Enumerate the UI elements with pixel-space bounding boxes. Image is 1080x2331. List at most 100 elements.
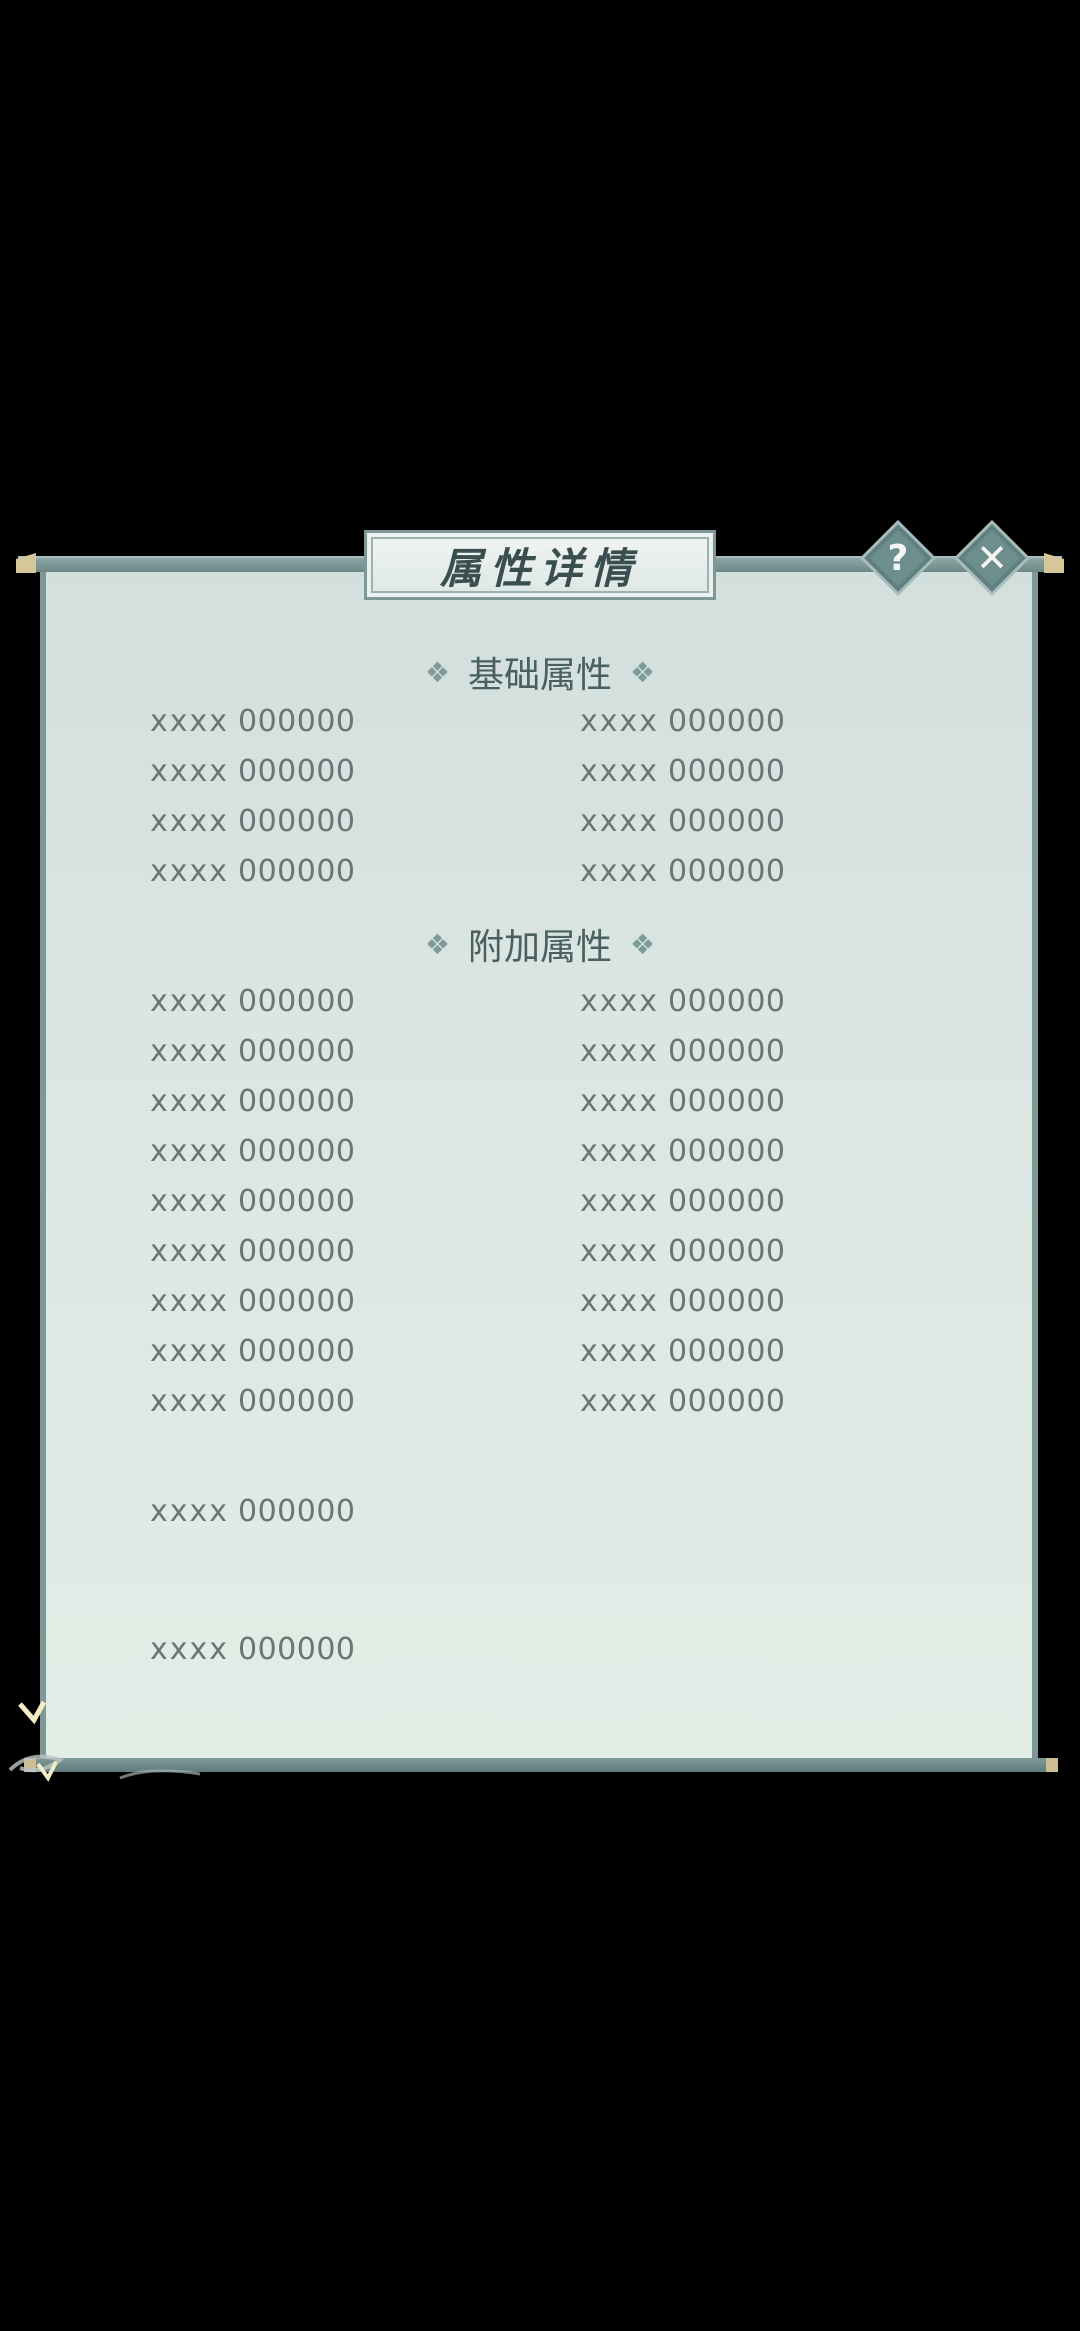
diamond-ornament-icon: ❖: [424, 655, 450, 689]
attribute-item: xxxx 000000: [150, 704, 356, 739]
attribute-value: 000000: [668, 804, 786, 839]
attribute-value: 000000: [238, 704, 356, 739]
attribute-value: 000000: [668, 1084, 786, 1119]
attribute-name: xxxx: [150, 1384, 230, 1419]
attribute-item: xxxx 000000: [580, 1234, 786, 1269]
attribute-value: 000000: [238, 1384, 356, 1419]
attribute-value: 000000: [668, 1184, 786, 1219]
attribute-name: xxxx: [580, 1184, 660, 1219]
attribute-name: xxxx: [580, 1284, 660, 1319]
attribute-value: 000000: [668, 1384, 786, 1419]
attribute-item: xxxx 000000: [150, 754, 356, 789]
help-icon: ?: [888, 538, 909, 579]
attribute-item: xxxx 000000: [150, 1134, 356, 1169]
attribute-name: xxxx: [150, 1084, 230, 1119]
attribute-value: 000000: [668, 1134, 786, 1169]
attribute-name: xxxx: [580, 704, 660, 739]
attribute-value: 000000: [668, 704, 786, 739]
attribute-value: 000000: [238, 804, 356, 839]
attribute-value: 000000: [668, 1034, 786, 1069]
attribute-value: 000000: [668, 1234, 786, 1269]
attribute-item: xxxx 000000: [150, 804, 356, 839]
attribute-item: xxxx 000000: [580, 1134, 786, 1169]
attribute-value: 000000: [238, 984, 356, 1019]
attribute-item: xxxx 000000: [580, 1384, 786, 1419]
attribute-name: xxxx: [150, 1234, 230, 1269]
attribute-item: xxxx 000000: [150, 854, 356, 889]
attribute-value: 000000: [668, 984, 786, 1019]
attribute-item: xxxx 000000: [580, 1184, 786, 1219]
swirl-decoration-icon: [8, 1700, 201, 1782]
attribute-item: xxxx 000000: [580, 1084, 786, 1119]
attribute-item: xxxx 000000: [150, 1084, 356, 1119]
attribute-value: 000000: [668, 1284, 786, 1319]
page-title: 属性详情: [439, 543, 640, 593]
attribute-item: xxxx 000000: [580, 754, 786, 789]
attribute-value: 000000: [668, 1334, 786, 1369]
attribute-value: 000000: [238, 1084, 356, 1119]
attribute-name: xxxx: [580, 1084, 660, 1119]
attribute-item: xxxx 000000: [580, 984, 786, 1019]
attribute-value: 000000: [238, 1334, 356, 1369]
close-icon: ✕: [976, 536, 1008, 580]
attribute-value: 000000: [238, 1184, 356, 1219]
attribute-item: xxxx 000000: [150, 1234, 356, 1269]
extra-attributes-title: 附加属性: [467, 927, 612, 968]
attribute-item: xxxx 000000: [150, 984, 356, 1019]
attribute-name: xxxx: [150, 1334, 230, 1369]
attribute-name: xxxx: [580, 804, 660, 839]
attribute-item: xxxx 000000: [150, 1184, 356, 1219]
title-plaque: 属性详情: [364, 530, 716, 600]
attribute-value: 000000: [238, 754, 356, 789]
basic-attributes-title: 基础属性: [467, 655, 612, 696]
attribute-name: xxxx: [580, 1384, 660, 1419]
attribute-name: xxxx: [150, 1632, 230, 1667]
close-button[interactable]: ✕: [954, 520, 1030, 596]
attribute-item: xxxx 000000: [150, 1632, 356, 1667]
attribute-name: xxxx: [150, 704, 230, 739]
attribute-item: xxxx 000000: [150, 1494, 356, 1529]
diamond-ornament-icon: ❖: [630, 927, 656, 961]
attribute-item: xxxx 000000: [580, 704, 786, 739]
help-button[interactable]: ?: [860, 520, 936, 596]
attribute-name: xxxx: [150, 854, 230, 889]
attribute-name: xxxx: [150, 1134, 230, 1169]
attribute-name: xxxx: [580, 984, 660, 1019]
attribute-item: xxxx 000000: [580, 804, 786, 839]
attribute-name: xxxx: [580, 854, 660, 889]
attribute-item: xxxx 000000: [150, 1384, 356, 1419]
attribute-name: xxxx: [580, 1134, 660, 1169]
attribute-name: xxxx: [150, 1284, 230, 1319]
attribute-name: xxxx: [150, 984, 230, 1019]
attribute-value: 000000: [238, 1034, 356, 1069]
attribute-item: xxxx 000000: [580, 854, 786, 889]
attribute-value: 000000: [668, 754, 786, 789]
attribute-item: xxxx 000000: [580, 1034, 786, 1069]
basic-attributes-heading: ❖ 基础属性 ❖: [0, 646, 1080, 698]
attribute-value: 000000: [238, 1234, 356, 1269]
attribute-item: xxxx 000000: [150, 1034, 356, 1069]
attribute-value: 000000: [668, 854, 786, 889]
attribute-name: xxxx: [580, 754, 660, 789]
game-screen: 属性详情 ? ✕ ❖ 基础属性 ❖ xxxx 000000 xxxx 000000 …: [0, 0, 1080, 2331]
diamond-ornament-icon: ❖: [424, 927, 450, 961]
attribute-item: xxxx 000000: [150, 1284, 356, 1319]
attribute-value: 000000: [238, 1284, 356, 1319]
attribute-name: xxxx: [580, 1234, 660, 1269]
attribute-item: xxxx 000000: [580, 1334, 786, 1369]
attribute-value: 000000: [238, 1494, 356, 1529]
attribute-name: xxxx: [150, 1184, 230, 1219]
attribute-name: xxxx: [150, 754, 230, 789]
extra-attributes-heading: ❖ 附加属性 ❖: [0, 918, 1080, 970]
attribute-item: xxxx 000000: [150, 1334, 356, 1369]
attribute-value: 000000: [238, 1632, 356, 1667]
attribute-name: xxxx: [150, 1494, 230, 1529]
attribute-item: xxxx 000000: [580, 1284, 786, 1319]
attribute-name: xxxx: [150, 804, 230, 839]
bottom-rail-cap-right: [1046, 1758, 1058, 1772]
diamond-ornament-icon: ❖: [630, 655, 656, 689]
attribute-name: xxxx: [580, 1034, 660, 1069]
attribute-value: 000000: [238, 1134, 356, 1169]
attribute-value: 000000: [238, 854, 356, 889]
attribute-name: xxxx: [150, 1034, 230, 1069]
